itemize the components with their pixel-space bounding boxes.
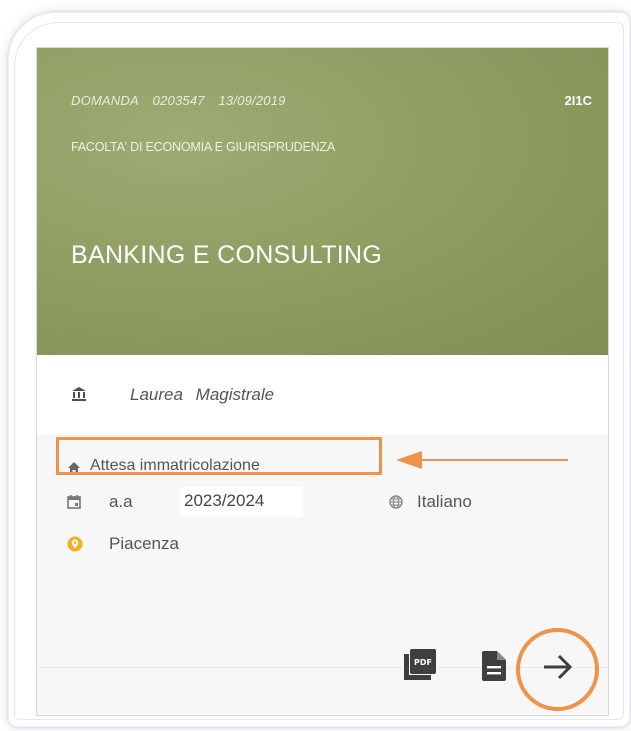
card-header: DOMANDA 0203547 13/09/2019 2I1C FACOLTA'… bbox=[37, 48, 608, 355]
academic-year: 2023/2024 bbox=[180, 487, 303, 517]
document-button[interactable] bbox=[482, 651, 506, 681]
document-icon bbox=[482, 651, 506, 681]
application-label: DOMANDA bbox=[71, 93, 139, 108]
course-title: BANKING E CONSULTING bbox=[71, 241, 383, 269]
faculty-name: FACOLTA' DI ECONOMIA E GIURISPRUDENZA bbox=[71, 140, 336, 154]
course-code: 2I1C bbox=[564, 93, 592, 108]
status-highlight-box bbox=[56, 437, 382, 475]
map-pin-icon bbox=[67, 536, 83, 552]
pdf-icon: PDF bbox=[404, 649, 436, 680]
degree-level-label: Magistrale bbox=[195, 385, 275, 404]
degree-type: Laurea Magistrale bbox=[130, 385, 282, 405]
calendar-icon bbox=[67, 495, 81, 509]
application-info: DOMANDA 0203547 13/09/2019 bbox=[71, 93, 296, 108]
annotation-arrow-head bbox=[396, 451, 422, 469]
year-language-row: a.a 2023/2024 Italiano bbox=[67, 487, 587, 517]
next-button-highlight-circle bbox=[516, 628, 599, 711]
application-card: DOMANDA 0203547 13/09/2019 2I1C FACOLTA'… bbox=[37, 48, 608, 715]
degree-type-label: Laurea bbox=[130, 385, 183, 404]
annotation-arrow-line bbox=[420, 459, 568, 461]
location-text: Piacenza bbox=[109, 534, 179, 553]
language-text: Italiano bbox=[417, 492, 472, 511]
degree-row: Laurea Magistrale bbox=[37, 355, 608, 435]
svg-text:PDF: PDF bbox=[414, 658, 432, 667]
location-row: Piacenza bbox=[67, 531, 367, 561]
globe-icon bbox=[389, 495, 403, 509]
pdf-button[interactable]: PDF bbox=[403, 648, 437, 682]
bank-icon bbox=[72, 387, 86, 401]
academic-year-prefix: a.a bbox=[109, 492, 133, 511]
application-date: 13/09/2019 bbox=[218, 93, 286, 108]
application-number: 0203547 bbox=[152, 93, 205, 108]
